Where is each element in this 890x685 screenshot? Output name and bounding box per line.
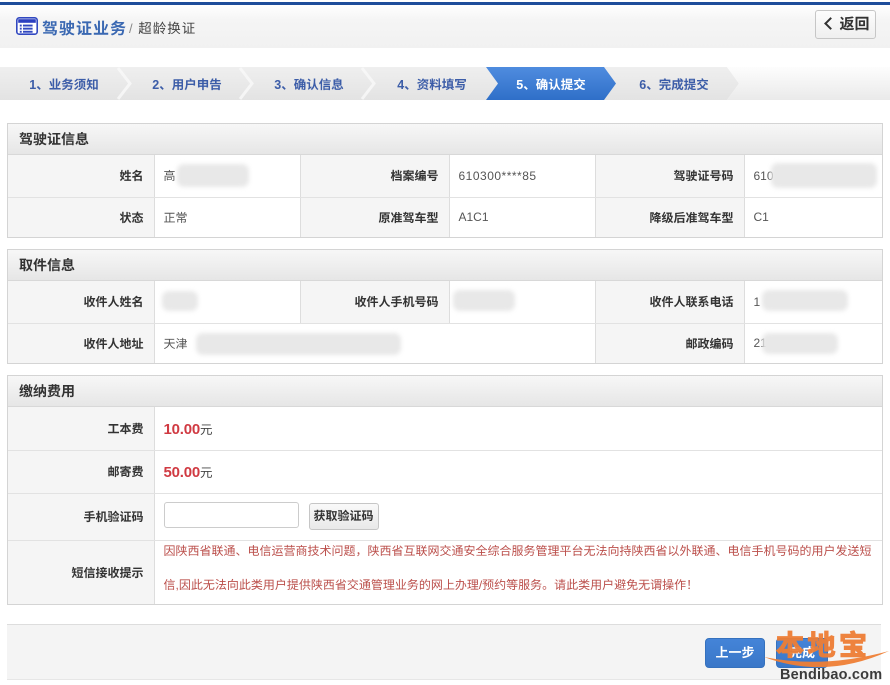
svg-text:6、完成提交: 6、完成提交 <box>639 78 708 92</box>
svg-text:4、资料填写: 4、资料填写 <box>397 78 466 92</box>
svg-text:2、用户申告: 2、用户申告 <box>152 78 221 92</box>
svg-text:5、确认提交: 5、确认提交 <box>516 78 585 92</box>
svg-text:3、确认信息: 3、确认信息 <box>274 78 343 92</box>
svg-text:1、业务须知: 1、业务须知 <box>29 78 98 92</box>
